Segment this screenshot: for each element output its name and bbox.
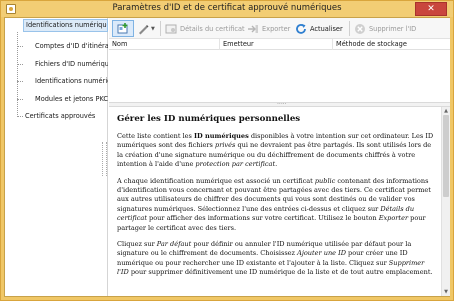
help-paragraph: Cette liste contient les ID numériques d… bbox=[117, 132, 435, 170]
help-paragraph: A chaque identification numérique est as… bbox=[117, 177, 435, 233]
column-header-issuer[interactable]: Emetteur bbox=[220, 39, 333, 50]
help-text: ID numériques bbox=[194, 132, 249, 140]
help-text: public bbox=[314, 176, 336, 185]
certificate-icon bbox=[165, 23, 177, 35]
help-text: Par défaut bbox=[156, 240, 192, 249]
help-text: A chaque identification numérique est as… bbox=[117, 176, 315, 185]
tree-connector bbox=[17, 32, 18, 117]
tree-connector bbox=[17, 46, 23, 47]
toolbar-separator bbox=[160, 21, 161, 36]
help-text: . bbox=[275, 160, 278, 169]
help-text: pour afficher des informations sur votre… bbox=[146, 214, 379, 223]
tree-connector bbox=[17, 116, 23, 117]
help-paragraph: Cliquez sur Par défaut pour définir ou a… bbox=[117, 240, 435, 278]
help-text: Cette liste contient les bbox=[117, 132, 194, 140]
sidebar-tree: Identifications numériques Comptes d'ID … bbox=[5, 18, 108, 296]
remove-id-label: Supprimer l'ID bbox=[369, 24, 417, 33]
export-icon bbox=[247, 23, 259, 35]
column-header-name[interactable]: Nom bbox=[109, 39, 220, 50]
scroll-down-icon[interactable]: ▼ bbox=[442, 288, 450, 296]
help-scrollbar[interactable]: ▲ ▼ bbox=[441, 107, 450, 296]
add-id-button[interactable] bbox=[112, 20, 134, 37]
help-text: Cliquez sur bbox=[117, 240, 157, 249]
help-pane: Gérer les ID numériques personnelles Cet… bbox=[109, 107, 450, 296]
sidebar-item-trusted-certificates[interactable]: Certificats approuvés bbox=[25, 110, 108, 123]
column-header-storage[interactable]: Méthode de stockage bbox=[333, 39, 450, 50]
chevron-down-icon: ▼ bbox=[151, 25, 155, 32]
pen-icon bbox=[137, 23, 149, 35]
scrollbar-thumb[interactable] bbox=[443, 115, 449, 197]
id-table-body[interactable] bbox=[109, 50, 450, 102]
scroll-up-icon[interactable]: ▲ bbox=[442, 107, 450, 115]
tree-connector bbox=[17, 99, 23, 100]
export-button[interactable]: Exporter bbox=[245, 20, 291, 37]
sidebar-item-pkcs11-modules[interactable]: Modules et jetons PKCS#11 bbox=[35, 93, 108, 106]
help-content: Gérer les ID numériques personnelles Cet… bbox=[117, 114, 435, 285]
tree-connector bbox=[17, 81, 23, 82]
add-id-icon bbox=[117, 22, 129, 35]
help-text: Exporter bbox=[378, 214, 409, 223]
help-text: pour supprimer définitivement une ID num… bbox=[128, 268, 433, 277]
refresh-icon bbox=[295, 23, 307, 35]
help-text: protection par certificat bbox=[195, 160, 276, 169]
sign-options-button[interactable]: ▼ bbox=[135, 20, 157, 37]
title-bar[interactable]: Paramètres d'ID et de certificat approuv… bbox=[1, 1, 453, 17]
sidebar-item-windows-ids[interactable]: Identifications numériques Windows bbox=[35, 75, 108, 88]
sidebar-item-roaming-accounts[interactable]: Comptes d'ID d'itinérance bbox=[35, 40, 108, 53]
remove-icon bbox=[354, 23, 366, 35]
certificate-details-button[interactable]: Détails du certificat bbox=[163, 20, 245, 37]
sidebar-item-digital-ids[interactable]: Identifications numériques bbox=[23, 19, 108, 32]
sidebar-item-id-files[interactable]: Fichiers d'ID numérique bbox=[35, 58, 108, 71]
window-title: Paramètres d'ID et de certificat approuv… bbox=[112, 3, 342, 13]
export-label: Exporter bbox=[262, 24, 291, 33]
close-button[interactable]: ✕ bbox=[415, 2, 447, 16]
client-area: Identifications numériques Comptes d'ID … bbox=[4, 17, 450, 297]
remove-id-button[interactable]: Supprimer l'ID bbox=[352, 20, 420, 37]
toolbar: ▼ Détails du certificat Exporter Actuali… bbox=[109, 18, 450, 39]
refresh-button[interactable]: Actualiser bbox=[293, 20, 347, 37]
dialog-window: Paramètres d'ID et de certificat approuv… bbox=[0, 0, 454, 301]
refresh-label: Actualiser bbox=[310, 24, 343, 33]
pane-resize-grip[interactable] bbox=[102, 142, 107, 176]
help-text: privés bbox=[215, 141, 236, 150]
id-table-header: Nom Emetteur Méthode de stockage bbox=[109, 39, 450, 50]
toolbar-separator bbox=[349, 21, 350, 36]
help-heading: Gérer les ID numériques personnelles bbox=[117, 114, 301, 124]
certificate-details-label: Détails du certificat bbox=[180, 24, 245, 33]
tree-connector bbox=[17, 64, 23, 65]
help-text: Ajouter une ID bbox=[297, 249, 346, 258]
